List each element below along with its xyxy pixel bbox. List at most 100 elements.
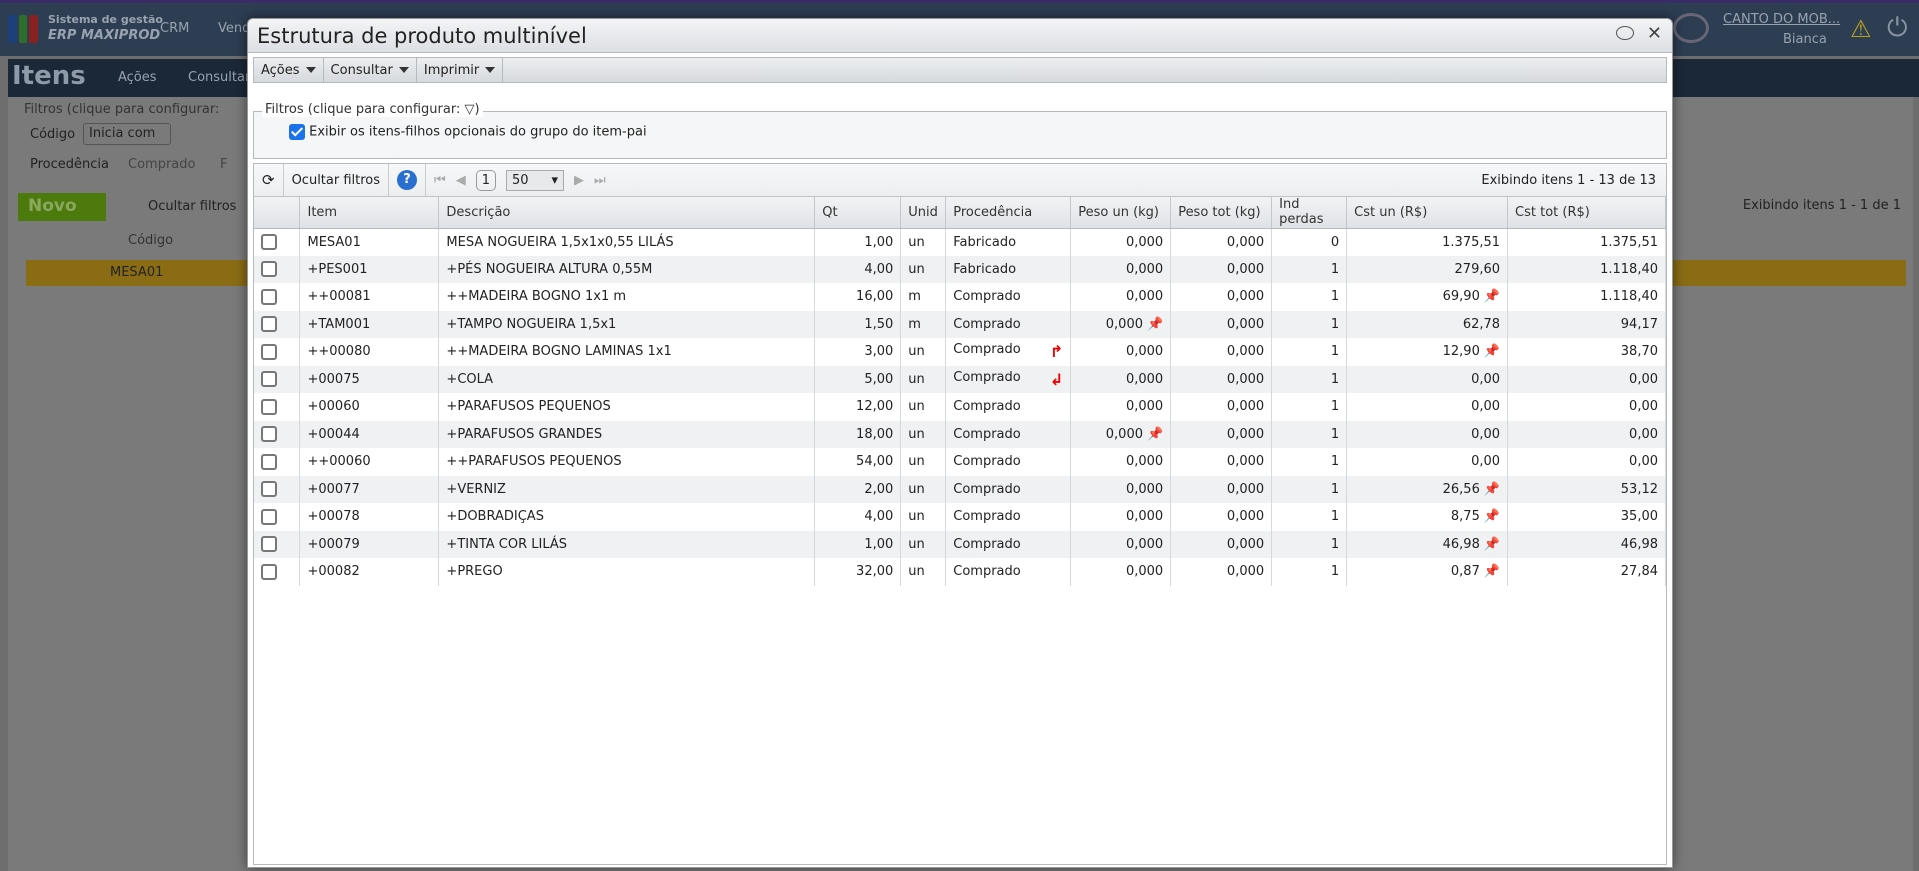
page-input[interactable]: 1 [475,169,497,191]
row-checkbox[interactable] [261,343,277,360]
row-select[interactable] [254,420,301,448]
user-menu[interactable]: Bianca [1783,32,1827,47]
row-checkbox[interactable] [261,288,277,305]
company-link[interactable]: CANTO DO MOB... [1723,12,1840,27]
warning-icon[interactable]: ⚠ [1850,15,1872,43]
cell-text: 0,000 [1226,426,1265,442]
row-select[interactable] [254,283,301,311]
row-checkbox[interactable] [261,371,277,388]
row-checkbox[interactable] [261,261,277,278]
chat-icon[interactable] [1673,13,1709,43]
column-header[interactable]: Unid [900,197,947,229]
pin-icon[interactable]: 📌 [1484,537,1500,552]
row-checkbox[interactable] [261,481,277,498]
hide-filters-button[interactable]: Ocultar filtros [284,164,390,196]
cell-pt: 0,000 [1170,228,1273,256]
row-checkbox[interactable] [261,316,277,333]
column-header[interactable]: Cst tot (R$) [1507,197,1666,229]
opt-children-checkbox-row[interactable]: Exibir os itens-filhos opcionais do grup… [289,124,647,140]
refresh-button[interactable]: ⟳ [254,164,284,196]
opt-children-checkbox[interactable] [289,124,305,140]
next-page-icon[interactable]: ▶ [574,173,584,188]
procedencia-comprado[interactable]: Comprado [128,157,195,172]
table-row[interactable]: ++00081 ++MADEIRA BOGNO 1x1 m 16,00 m Compra… [254,283,1666,311]
filter-icon[interactable]: ▽ [464,102,474,117]
row-select[interactable] [254,338,301,366]
opt-children-label: Exibir os itens-filhos opcionais do grup… [309,124,647,140]
table-row[interactable]: ++00080 ++MADEIRA BOGNO LAMINAS 1x1 3,00 un… [254,338,1666,366]
table-row[interactable]: MESA01 MESA NOGUEIRA 1,5x1x0,55 LILÁS 1,00… [254,228,1666,256]
cell-text: 12,00 [856,399,894,415]
menu-acoes[interactable]: Ações [118,70,157,85]
column-header[interactable]: Qt [814,197,902,229]
cell-ct: 94,17 [1507,310,1666,338]
pin-icon[interactable]: 📌 [1484,344,1500,359]
cell-ct: 1.118,40 [1507,283,1666,311]
procedencia-fabricado[interactable]: F [220,157,227,172]
row-checkbox[interactable] [261,453,277,470]
table-row[interactable]: +00044 +PARAFUSOS GRANDES 18,00 un Comprado 0… [254,420,1666,448]
table-row[interactable]: +PES001 +PÉS NOGUEIRA ALTURA 0,55M 4,00 un F… [254,255,1666,283]
arrow-turn-down-icon[interactable]: ↲ [1050,370,1063,389]
row-select[interactable] [254,228,301,256]
row-checkbox[interactable] [261,536,277,553]
codigo-select[interactable]: Inicia com [83,123,171,145]
table-row[interactable]: +00082 +PREGO 32,00 un Comprado 0,000 0,000 1 0,… [254,558,1666,586]
column-header[interactable]: Peso tot (kg) [1170,197,1273,229]
menu-imprimir[interactable]: Imprimir [417,58,504,82]
filters-legend[interactable]: Filtros (clique para configurar: ▽) [262,102,483,117]
pin-icon[interactable]: 📌 [1484,289,1500,304]
comment-icon[interactable] [1616,26,1634,40]
row-select[interactable] [254,310,301,338]
menu-consultar[interactable]: Consultar [324,58,417,82]
power-icon[interactable]: ⏻ [1887,13,1908,44]
cell-text: 1,00 [864,536,894,552]
row-select[interactable] [254,530,301,558]
col-codigo[interactable]: Código [128,233,173,248]
nav-crm[interactable]: CRM [160,21,189,36]
last-page-icon[interactable]: ⏭ [594,173,606,188]
column-header[interactable]: Procedência [945,197,1072,229]
help-button[interactable]: ? [389,164,427,196]
column-header[interactable]: Peso un (kg) [1070,197,1172,229]
menu-acoes[interactable]: Ações [254,58,324,82]
pin-icon[interactable]: 📌 [1147,427,1163,442]
column-header[interactable]: Descrição [438,197,816,229]
column-header[interactable]: Item [299,197,440,229]
table-row[interactable]: +00078 +DOBRADIÇAS 4,00 un Comprado 0,000 0,00… [254,503,1666,531]
pin-icon[interactable]: 📌 [1484,482,1500,497]
row-checkbox[interactable] [261,426,277,443]
table-row[interactable]: +00060 +PARAFUSOS PEQUENOS 12,00 un Comprado… [254,393,1666,421]
pin-icon[interactable]: 📌 [1484,564,1500,579]
row-select[interactable] [254,558,301,586]
row-select[interactable] [254,475,301,503]
row-select[interactable] [254,448,301,476]
ocultar-filtros-bg[interactable]: Ocultar filtros [148,199,236,214]
row-checkbox[interactable] [261,508,277,525]
prev-page-icon[interactable]: ◀ [456,173,466,188]
row-select[interactable] [254,255,301,283]
column-header[interactable]: Ind perdas [1271,197,1348,229]
cell-text: 1.118,40 [1600,289,1658,305]
nav-vendas[interactable]: Vend [218,21,250,36]
table-row[interactable]: +00075 +COLA 5,00 un Comprado ↲ 0,000 0,000 1 0,0… [254,365,1666,393]
pin-icon[interactable]: 📌 [1484,509,1500,524]
page-size-select[interactable]: 50 ▾ [506,169,565,191]
column-header[interactable]: Cst un (R$) [1346,197,1509,229]
novo-button[interactable]: Novo [18,193,106,221]
menu-consultar[interactable]: Consultar [188,70,250,85]
close-icon[interactable]: ✕ [1647,23,1662,44]
table-row[interactable]: +TAM001 +TAMPO NOGUEIRA 1,5x1 1,50 m Comprad… [254,310,1666,338]
row-checkbox[interactable] [261,398,277,415]
row-select[interactable] [254,365,301,393]
first-page-icon[interactable]: ⏮ [434,173,446,188]
row-select[interactable] [254,393,301,421]
row-checkbox[interactable] [261,563,277,580]
arrow-turn-up-icon[interactable]: ↱ [1050,342,1063,361]
pin-icon[interactable]: 📌 [1147,317,1163,332]
table-row[interactable]: +00079 +TINTA COR LILÁS 1,00 un Comprado 0,00… [254,530,1666,558]
row-checkbox[interactable] [261,234,277,250]
table-row[interactable]: ++00060 ++PARAFUSOS PEQUENOS 54,00 un Compra… [254,448,1666,476]
table-row[interactable]: +00077 +VERNIZ 2,00 un Comprado 0,000 0,000 1 26… [254,475,1666,503]
row-select[interactable] [254,503,301,531]
